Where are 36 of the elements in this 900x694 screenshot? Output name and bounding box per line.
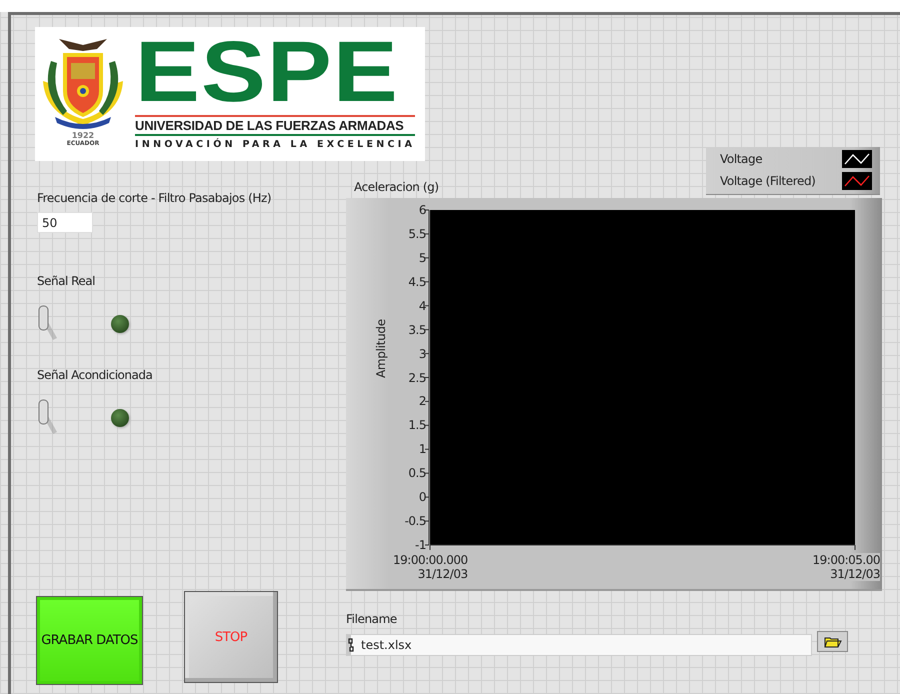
y-tick-label: -1 <box>415 538 426 552</box>
y-tick-label: 6 <box>418 203 426 217</box>
y-axis-label: Amplitude <box>374 319 388 378</box>
y-tick-label: 2.5 <box>408 370 426 384</box>
y-tick-label: 1.5 <box>408 418 426 432</box>
chart-title: Aceleracion (g) <box>354 180 439 194</box>
legend-label: Voltage <box>720 152 762 166</box>
y-tick-label: 0 <box>418 490 426 504</box>
y-tick-label: 5.5 <box>408 226 426 241</box>
y-tick-label: 0.5 <box>408 466 426 480</box>
record-button[interactable]: GRABAR DATOS <box>36 596 143 685</box>
browse-button[interactable] <box>817 631 848 652</box>
cutoff-input[interactable]: 50 <box>37 212 93 233</box>
filename-label: Filename <box>346 612 397 626</box>
y-tick-label: 4.5 <box>408 274 426 289</box>
filename-field[interactable]: test.xlsx <box>346 634 812 656</box>
line-style-icon[interactable] <box>842 150 872 168</box>
university-motto: INNOVACIÓN PARA LA EXCELENCIA <box>135 139 416 150</box>
indicator-label: Señal Acondicionada <box>37 368 152 382</box>
x-tick-label: 19:00:05.00 31/12/03 <box>812 553 880 581</box>
y-tick-label: 1 <box>418 442 426 456</box>
crest-year: 1922 <box>72 131 94 140</box>
university-name: UNIVERSIDAD DE LAS FUERZAS ARMADAS <box>135 118 405 133</box>
legend-label: Voltage (Filtered) <box>720 174 816 188</box>
indicator-label: Señal Real <box>37 274 95 288</box>
y-tick-label: 5 <box>418 250 426 265</box>
y-tick-label: 3.5 <box>408 322 426 337</box>
cutoff-label: Frecuencia de corte - Filtro Pasabajos (Hz) <box>37 191 272 205</box>
y-tick-label: 2 <box>418 394 426 408</box>
path-icon <box>348 638 355 652</box>
y-tick-label: -0.5 <box>404 514 426 528</box>
y-tick-label: 4 <box>418 298 426 313</box>
folder-icon <box>824 636 842 648</box>
logo-wordmark: ESPE <box>135 33 400 111</box>
y-tick-label: 3 <box>418 346 426 361</box>
x-tick-label: 19:00:00.000 31/12/03 <box>393 553 468 581</box>
